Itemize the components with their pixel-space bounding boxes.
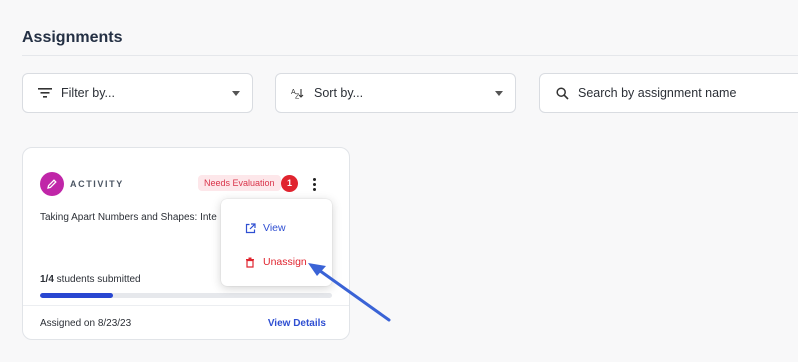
pointer-arrow-icon bbox=[308, 263, 391, 322]
external-link-icon bbox=[244, 222, 256, 234]
svg-text:Z: Z bbox=[295, 94, 300, 100]
menu-item-label: View bbox=[263, 222, 286, 234]
filter-label: Filter by... bbox=[61, 86, 115, 100]
search-icon bbox=[554, 85, 570, 101]
search-placeholder: Search by assignment name bbox=[578, 86, 737, 100]
status-badge: Needs Evaluation bbox=[198, 175, 281, 191]
trash-icon bbox=[244, 256, 256, 268]
title-divider bbox=[22, 55, 798, 56]
chevron-down-icon bbox=[495, 91, 503, 96]
notification-count-badge: 1 bbox=[281, 175, 298, 192]
sort-label: Sort by... bbox=[314, 86, 364, 100]
sort-dropdown[interactable]: AZ Sort by... bbox=[275, 73, 516, 113]
submission-progress-bar bbox=[40, 293, 332, 298]
filter-dropdown[interactable]: Filter by... bbox=[22, 73, 253, 113]
assigned-date: Assigned on 8/23/23 bbox=[40, 318, 132, 329]
menu-item-view[interactable]: View bbox=[221, 214, 332, 242]
pencil-icon bbox=[40, 172, 64, 196]
page-title: Assignments bbox=[22, 29, 123, 46]
progress-fill bbox=[40, 293, 113, 298]
submitted-text: students submitted bbox=[53, 274, 141, 285]
search-input[interactable]: Search by assignment name bbox=[539, 73, 798, 113]
assignment-title: Taking Apart Numbers and Shapes: Inte bbox=[40, 212, 217, 223]
chevron-down-icon bbox=[232, 91, 240, 96]
submission-status: 1/4 students submitted bbox=[40, 274, 141, 285]
filter-icon bbox=[37, 85, 53, 101]
assignment-type-label: ACTIVITY bbox=[70, 179, 124, 189]
sort-az-icon: AZ bbox=[290, 85, 306, 101]
submitted-count: 1/4 bbox=[40, 274, 54, 285]
more-options-icon[interactable] bbox=[307, 174, 321, 194]
